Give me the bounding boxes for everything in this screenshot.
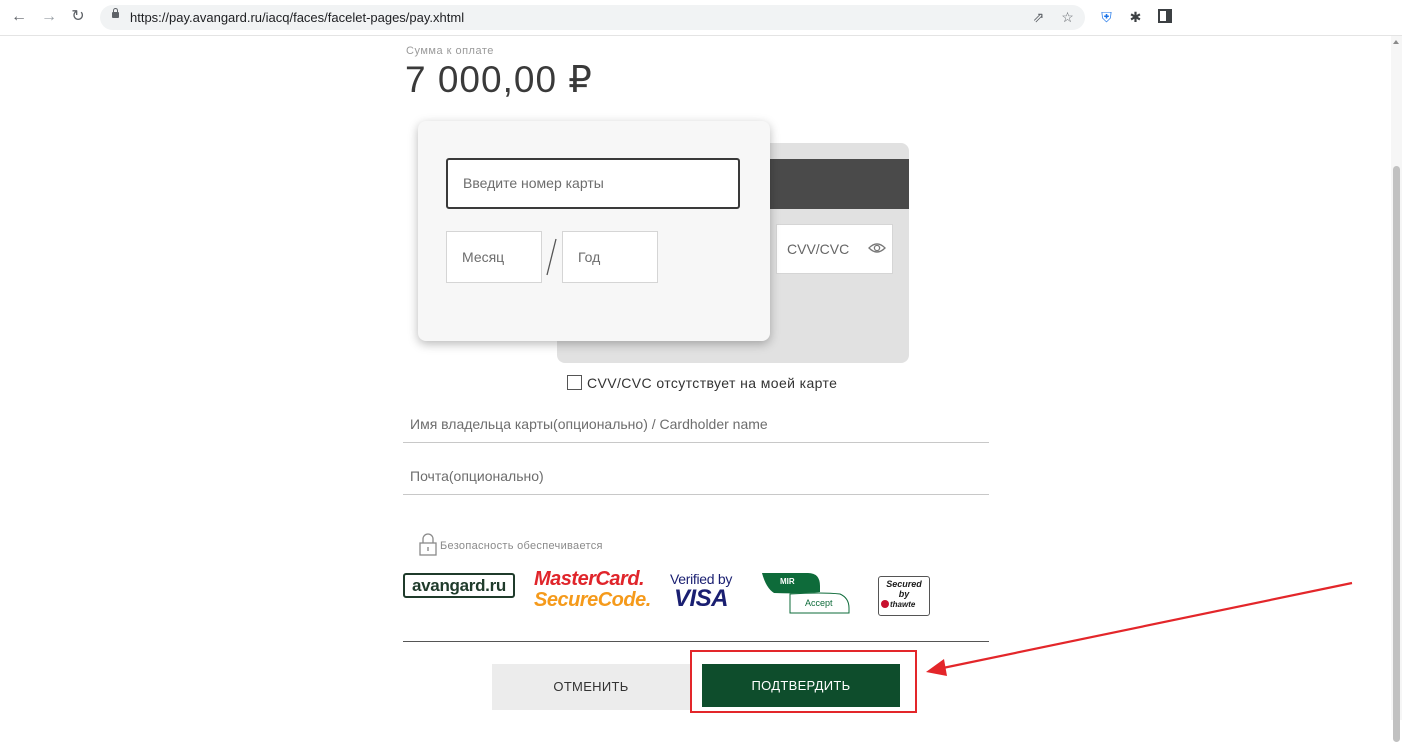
year-input[interactable]: Год: [562, 231, 658, 283]
scroll-thumb[interactable]: [1393, 166, 1400, 742]
footer-divider: [403, 641, 989, 642]
date-separator: [546, 238, 557, 276]
cvv-placeholder: CVV/CVC: [787, 241, 850, 257]
month-placeholder: Месяц: [462, 249, 505, 265]
confirm-button[interactable]: ПОДТВЕРДИТЬ: [702, 664, 900, 707]
reload-icon[interactable]: ↻: [69, 8, 87, 26]
mastercard-text: MasterCard.: [534, 568, 645, 590]
cvv-input[interactable]: CVV/CVC: [776, 224, 893, 274]
cvv-absent-label[interactable]: CVV/CVC отсутствует на моей карте: [587, 375, 837, 391]
page-scrollbar[interactable]: [1391, 36, 1402, 742]
address-bar[interactable]: https://pay.avangard.ru/iacq/faces/facel…: [100, 5, 1085, 30]
sidepanel-icon[interactable]: [1156, 9, 1173, 26]
puzzle-extension-icon[interactable]: ✱: [1127, 9, 1144, 26]
verified-by-visa-logo: Verified by VISA: [664, 571, 738, 611]
cardholder-name-input[interactable]: Имя владельца карты(опционально) / Cardh…: [403, 394, 989, 443]
month-input[interactable]: Месяц: [446, 231, 542, 283]
card-front: Введите номер карты Месяц Год: [418, 121, 770, 341]
cvv-absent-checkbox[interactable]: [567, 375, 582, 390]
eye-icon[interactable]: [868, 242, 886, 254]
share-icon[interactable]: ⇗: [1030, 9, 1047, 26]
cardholder-placeholder: Имя владельца карты(опционально) / Cardh…: [410, 416, 768, 432]
mastercard-securecode-logo: MasterCard. SecureCode.: [534, 568, 651, 611]
cancel-button[interactable]: ОТМЕНИТЬ: [492, 664, 690, 710]
star-icon[interactable]: ☆: [1059, 9, 1076, 26]
securecode-text: SecureCode.: [534, 589, 651, 611]
back-icon[interactable]: ←: [10, 8, 28, 26]
security-text: Безопасность обеспечивается: [440, 540, 603, 552]
forward-icon[interactable]: →: [40, 8, 58, 26]
lock-icon[interactable]: [112, 8, 119, 18]
card-number-placeholder: Введите номер карты: [463, 175, 604, 191]
amount-value: 7 000,00 ₽: [405, 59, 593, 100]
url-text: https://pay.avangard.ru/iacq/faces/facel…: [130, 10, 465, 25]
amount-label: Сумма к оплате: [406, 45, 494, 57]
mir-accept-logo: MIR Accept: [762, 573, 850, 614]
year-placeholder: Год: [578, 249, 601, 265]
mir-text: MIR: [780, 577, 795, 586]
avangard-logo: avangard.ru: [403, 573, 515, 598]
annotation-arrow: [926, 581, 1353, 676]
card-number-input[interactable]: Введите номер карты: [446, 158, 740, 209]
scroll-up-icon[interactable]: [1393, 40, 1399, 44]
padlock-icon: [419, 533, 437, 556]
email-placeholder: Почта(опционально): [410, 468, 544, 484]
shield-extension-icon[interactable]: ⛨: [1098, 9, 1115, 26]
thawte-mark-icon: [881, 600, 889, 608]
browser-toolbar: ← → ↻ https://pay.avangard.ru/iacq/faces…: [0, 0, 1402, 36]
thawte-text: thawte: [890, 600, 916, 609]
visa-text: VISA: [673, 585, 729, 612]
accept-text: Accept: [805, 598, 833, 608]
email-input[interactable]: Почта(опционально): [403, 446, 989, 495]
